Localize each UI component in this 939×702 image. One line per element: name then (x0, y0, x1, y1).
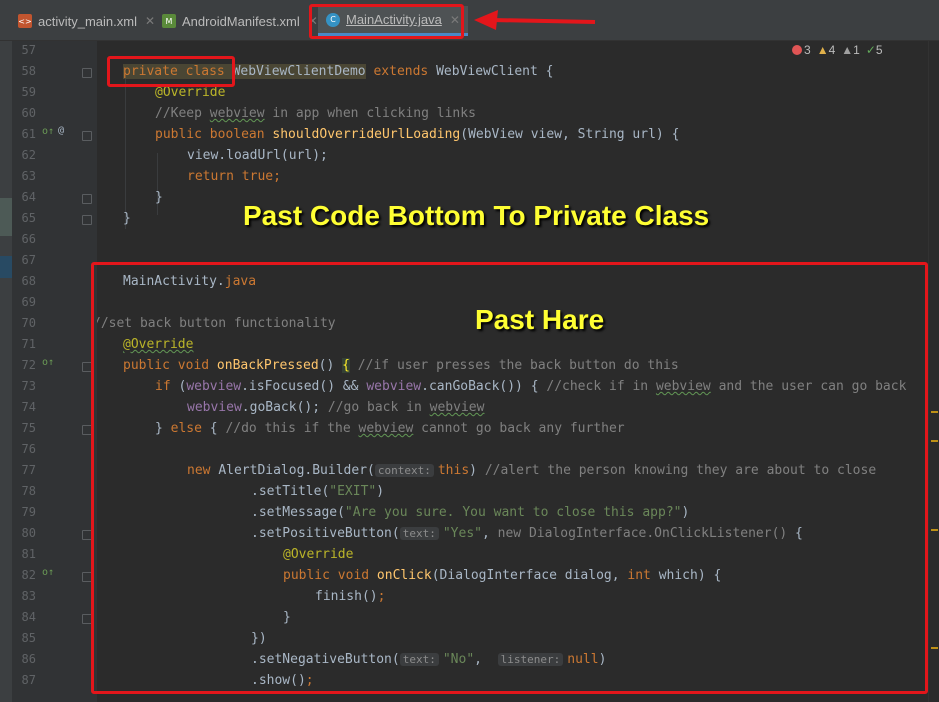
private-class-highlight-box (107, 56, 235, 87)
line-number: 75 (21, 421, 36, 435)
line-number: 57 (21, 43, 36, 57)
code-line-63: return true; (187, 169, 281, 184)
line-number: 81 (21, 547, 36, 561)
line-number: 63 (21, 169, 36, 183)
red-arrow-annotation (474, 10, 596, 30)
line-number: 62 (21, 148, 36, 162)
code-line-61: public boolean shouldOverrideUrlLoading(… (155, 127, 680, 142)
override-gutter-icon[interactable]: o↑ (42, 357, 54, 368)
active-tab-highlight-box (309, 4, 464, 39)
line-number: 61 (21, 127, 36, 141)
line-number: 59 (21, 85, 36, 99)
close-icon[interactable]: ✕ (145, 14, 155, 28)
line-number: 87 (21, 673, 36, 687)
line-number: 84 (21, 610, 36, 624)
line-number: 76 (21, 442, 36, 456)
line-number: 72 (21, 358, 36, 372)
line-number: 65 (21, 211, 36, 225)
line-number: 58 (21, 64, 36, 78)
xml-file-icon: <> (18, 14, 32, 28)
line-number: 83 (21, 589, 36, 603)
line-number: 85 (21, 631, 36, 645)
line-number: 70 (21, 316, 36, 330)
override-gutter-icon[interactable]: o↑ (42, 567, 54, 578)
line-number: 67 (21, 253, 36, 267)
left-tool-strip (0, 41, 12, 702)
fold-icon[interactable] (82, 194, 92, 204)
code-line-62: view.loadUrl(url); (187, 148, 328, 163)
line-number: 86 (21, 652, 36, 666)
manifest-file-icon: M (162, 14, 176, 28)
annotation-heading: Past Code Bottom To Private Class (243, 200, 710, 231)
tab-android-manifest-xml[interactable]: M AndroidManifest.xml ✕ (162, 6, 318, 36)
line-number: 74 (21, 400, 36, 414)
line-number: 80 (21, 526, 36, 540)
tab-label: activity_main.xml (38, 13, 137, 29)
fold-icon[interactable] (82, 68, 92, 78)
line-number: 79 (21, 505, 36, 519)
editor-scrollbar[interactable] (928, 41, 939, 702)
annotation-paste-here: Past Hare (475, 304, 605, 335)
at-gutter-icon: @ (58, 125, 65, 136)
fold-icon[interactable] (82, 215, 92, 225)
line-number: 77 (21, 463, 36, 477)
line-number: 69 (21, 295, 36, 309)
code-line-60: //Keep webview in app when clicking link… (155, 106, 476, 121)
tab-activity-main-xml[interactable]: <> activity_main.xml ✕ (18, 6, 155, 36)
tab-label: AndroidManifest.xml (182, 13, 300, 29)
line-number: 73 (21, 379, 36, 393)
override-gutter-icon[interactable]: o↑ (42, 126, 54, 137)
line-number: 64 (21, 190, 36, 204)
line-number: 60 (21, 106, 36, 120)
code-line-64: } (155, 190, 163, 205)
code-line-65: } (123, 211, 131, 226)
fold-icon[interactable] (82, 131, 92, 141)
line-number: 78 (21, 484, 36, 498)
line-number: 82 (21, 568, 36, 582)
line-number: 71 (21, 337, 36, 351)
line-number: 66 (21, 232, 36, 246)
line-number: 68 (21, 274, 36, 288)
